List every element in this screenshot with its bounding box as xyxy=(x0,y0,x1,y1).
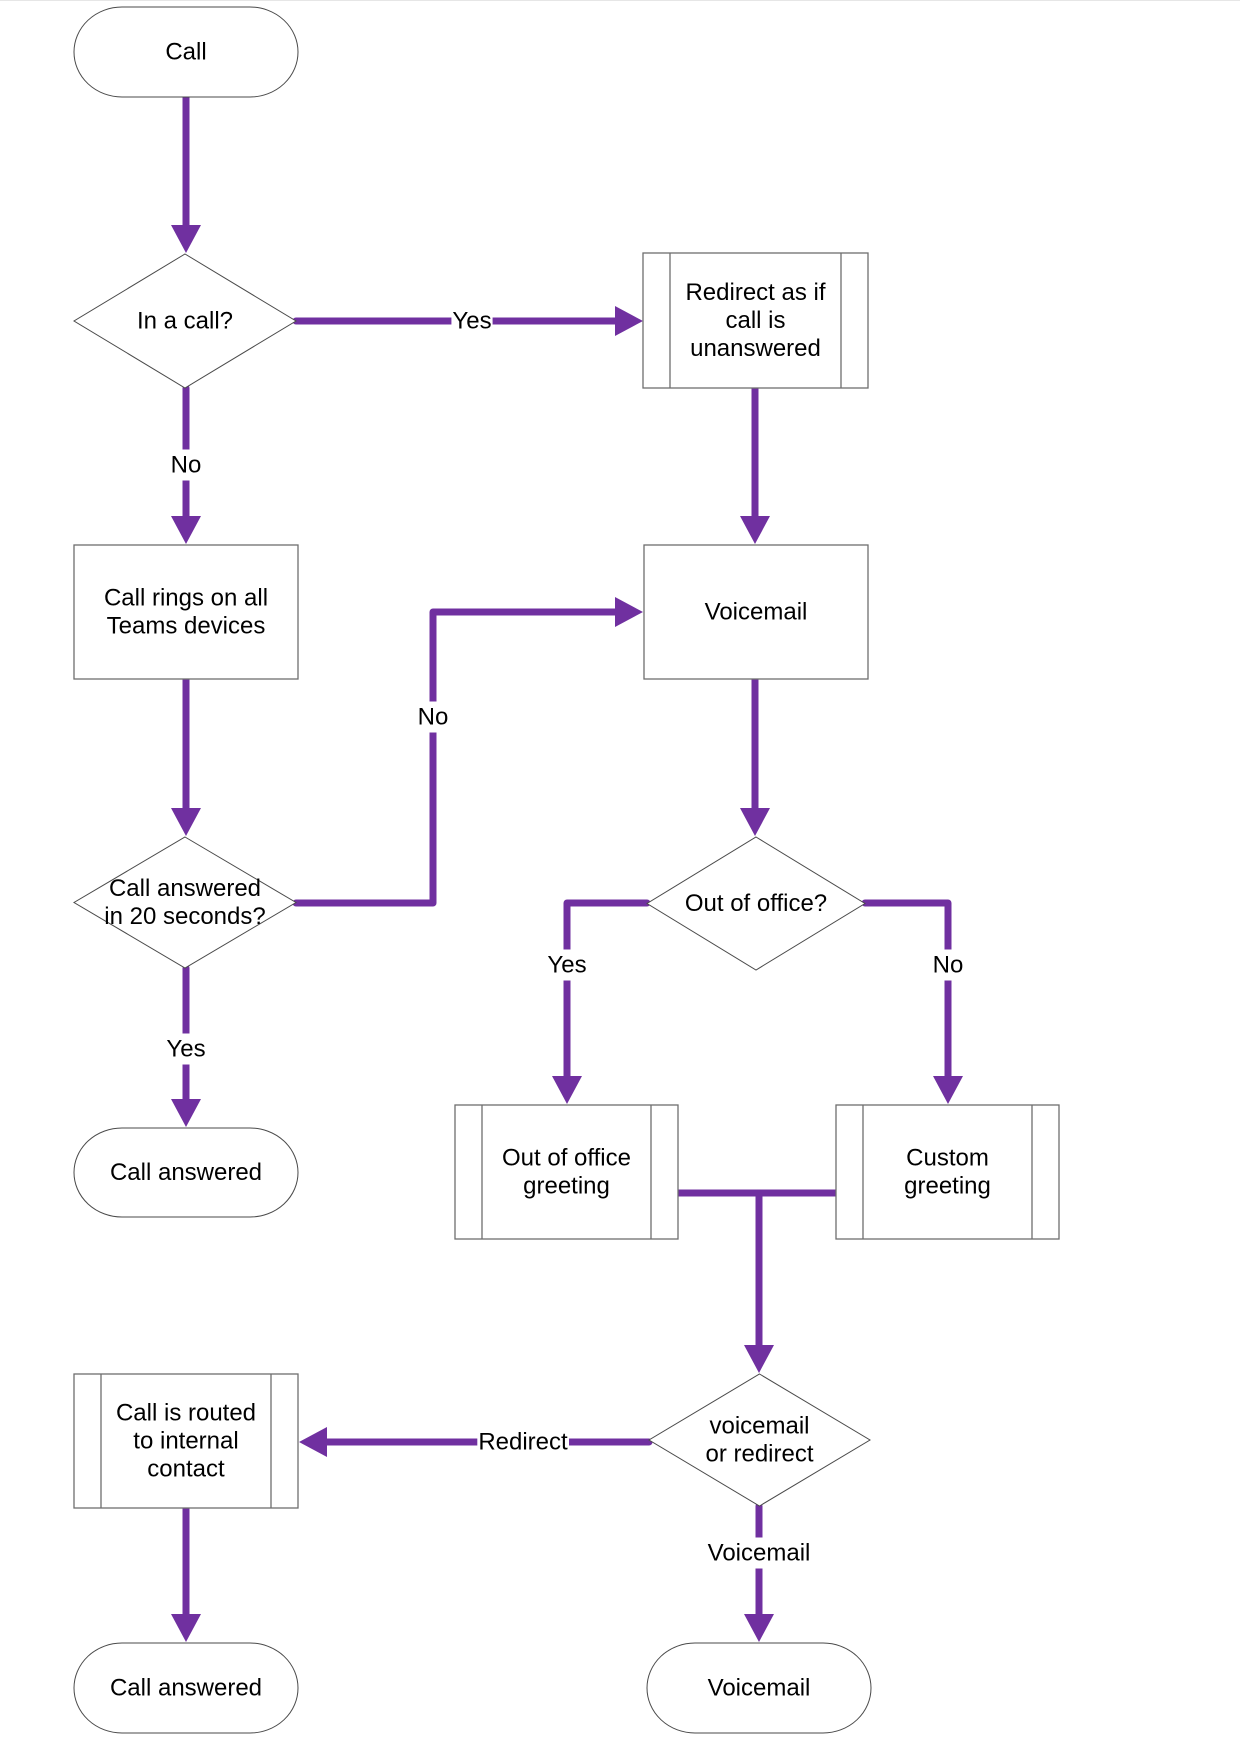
arrowhead-icon xyxy=(171,225,201,253)
arrowhead-icon xyxy=(933,1076,963,1104)
edge-label-yes: Yes xyxy=(165,1033,207,1065)
nodes: Call In a call? Redirect as ifcall isunans… xyxy=(73,6,1060,1734)
node-text: In a call? xyxy=(137,308,233,335)
arrowhead-icon xyxy=(740,808,770,836)
node-voicemail-end: Voicemail xyxy=(646,1642,872,1734)
arrowhead-icon xyxy=(615,597,643,627)
edge-label-text: Yes xyxy=(166,1036,205,1063)
node-out-of-office: Out of office? xyxy=(646,836,866,971)
node-text: Call is routed xyxy=(116,1400,256,1427)
edge-label-yes: Yes xyxy=(451,305,493,337)
arrowhead-icon xyxy=(552,1076,582,1104)
node-text: Redirect as if xyxy=(685,279,825,306)
arrowhead-icon xyxy=(744,1345,774,1373)
edge-label-redirect: Redirect xyxy=(477,1426,570,1458)
edge-call-to-in-a-call xyxy=(171,93,201,253)
edge-routed-internal-to-call-answered-2 xyxy=(171,1504,201,1642)
node-text: Voicemail xyxy=(708,1675,811,1702)
connector-line xyxy=(292,608,621,907)
arrowhead-icon xyxy=(744,1614,774,1642)
arrowhead-icon xyxy=(171,808,201,836)
connector-line xyxy=(563,899,651,1082)
node-text: Out of office? xyxy=(685,890,827,917)
node-answered-20s: Call answeredin 20 seconds? xyxy=(73,836,297,969)
connector-line xyxy=(861,899,952,1082)
node-text: in 20 seconds? xyxy=(104,903,265,930)
node-text: Voicemail xyxy=(705,599,808,626)
edge-out-of-office-to-ooo-greeting xyxy=(552,899,651,1104)
edge-label-text: Voicemail xyxy=(708,1540,811,1567)
edge-label-voicemail: Voicemail xyxy=(706,1537,812,1569)
node-text: greeting xyxy=(523,1173,610,1200)
node-text: Call answered xyxy=(110,1159,262,1186)
arrowhead-icon xyxy=(171,516,201,544)
edge-out-of-office-to-custom-greeting xyxy=(861,899,963,1104)
edge-label-no: No xyxy=(416,701,450,733)
node-custom-greeting: Customgreeting xyxy=(835,1104,1060,1240)
edge-label-text: No xyxy=(933,952,964,979)
arrowhead-icon xyxy=(171,1614,201,1642)
node-call-answered-1: Call answered xyxy=(73,1127,299,1218)
node-text: contact xyxy=(147,1456,225,1483)
flowchart: Call In a call? Redirect as ifcall isunans… xyxy=(73,6,1060,1734)
node-routed-internal: Call is routedto internalcontact xyxy=(73,1373,299,1509)
edge-label-text: Yes xyxy=(547,952,586,979)
node-text: Custom xyxy=(906,1145,989,1172)
edge-redirect-unanswered-to-voicemail-process xyxy=(740,384,770,544)
node-text: voicemail xyxy=(709,1413,809,1440)
edge-label-no: No xyxy=(169,449,203,481)
node-text: greeting xyxy=(904,1173,991,1200)
arrowhead-icon xyxy=(299,1427,327,1457)
node-redirect-unanswered: Redirect as ifcall isunanswered xyxy=(642,252,869,389)
arrowhead-icon xyxy=(171,1099,201,1127)
edge-voicemail-or-redirect-to-voicemail-end xyxy=(744,1502,774,1642)
node-voicemail-or-redirect: voicemailor redirect xyxy=(648,1373,871,1507)
node-call: Call xyxy=(73,6,299,98)
node-ooo-greeting: Out of officegreeting xyxy=(454,1104,679,1240)
edge-label-yes: Yes xyxy=(546,949,588,981)
edge-label-text: No xyxy=(418,704,449,731)
node-text: unanswered xyxy=(690,335,821,362)
arrowhead-icon xyxy=(615,306,643,336)
node-text: to internal xyxy=(133,1428,238,1455)
node-text: Call xyxy=(165,39,206,66)
node-text: Call answered xyxy=(110,1675,262,1702)
arrowhead-icon xyxy=(740,516,770,544)
edge-label-text: No xyxy=(171,452,202,479)
node-rings-all-devices: Call rings on allTeams devices xyxy=(73,544,299,680)
node-text: Teams devices xyxy=(107,613,266,640)
edge-answered-20s-to-voicemail-process xyxy=(292,597,643,907)
node-text: Call answered xyxy=(109,875,261,902)
node-text: Out of office xyxy=(502,1145,631,1172)
edge-label-text: Yes xyxy=(452,308,491,335)
edge-label-text: Redirect xyxy=(478,1429,568,1456)
node-text: Call rings on all xyxy=(104,585,268,612)
edge-greetings-join-to-voicemail-or-redirect xyxy=(744,1189,774,1373)
node-text: or redirect xyxy=(705,1441,813,1468)
node-voicemail-process: Voicemail xyxy=(643,544,869,680)
edge-rings-all-devices-to-answered-20s xyxy=(171,675,201,836)
node-text: call is xyxy=(725,307,785,334)
edge-voicemail-process-to-out-of-office xyxy=(740,675,770,836)
node-in-a-call: In a call? xyxy=(73,253,297,389)
edge-label-no: No xyxy=(931,949,965,981)
edge-voicemail-or-redirect-to-routed-internal xyxy=(299,1427,653,1457)
node-call-answered-2: Call answered xyxy=(73,1642,299,1734)
